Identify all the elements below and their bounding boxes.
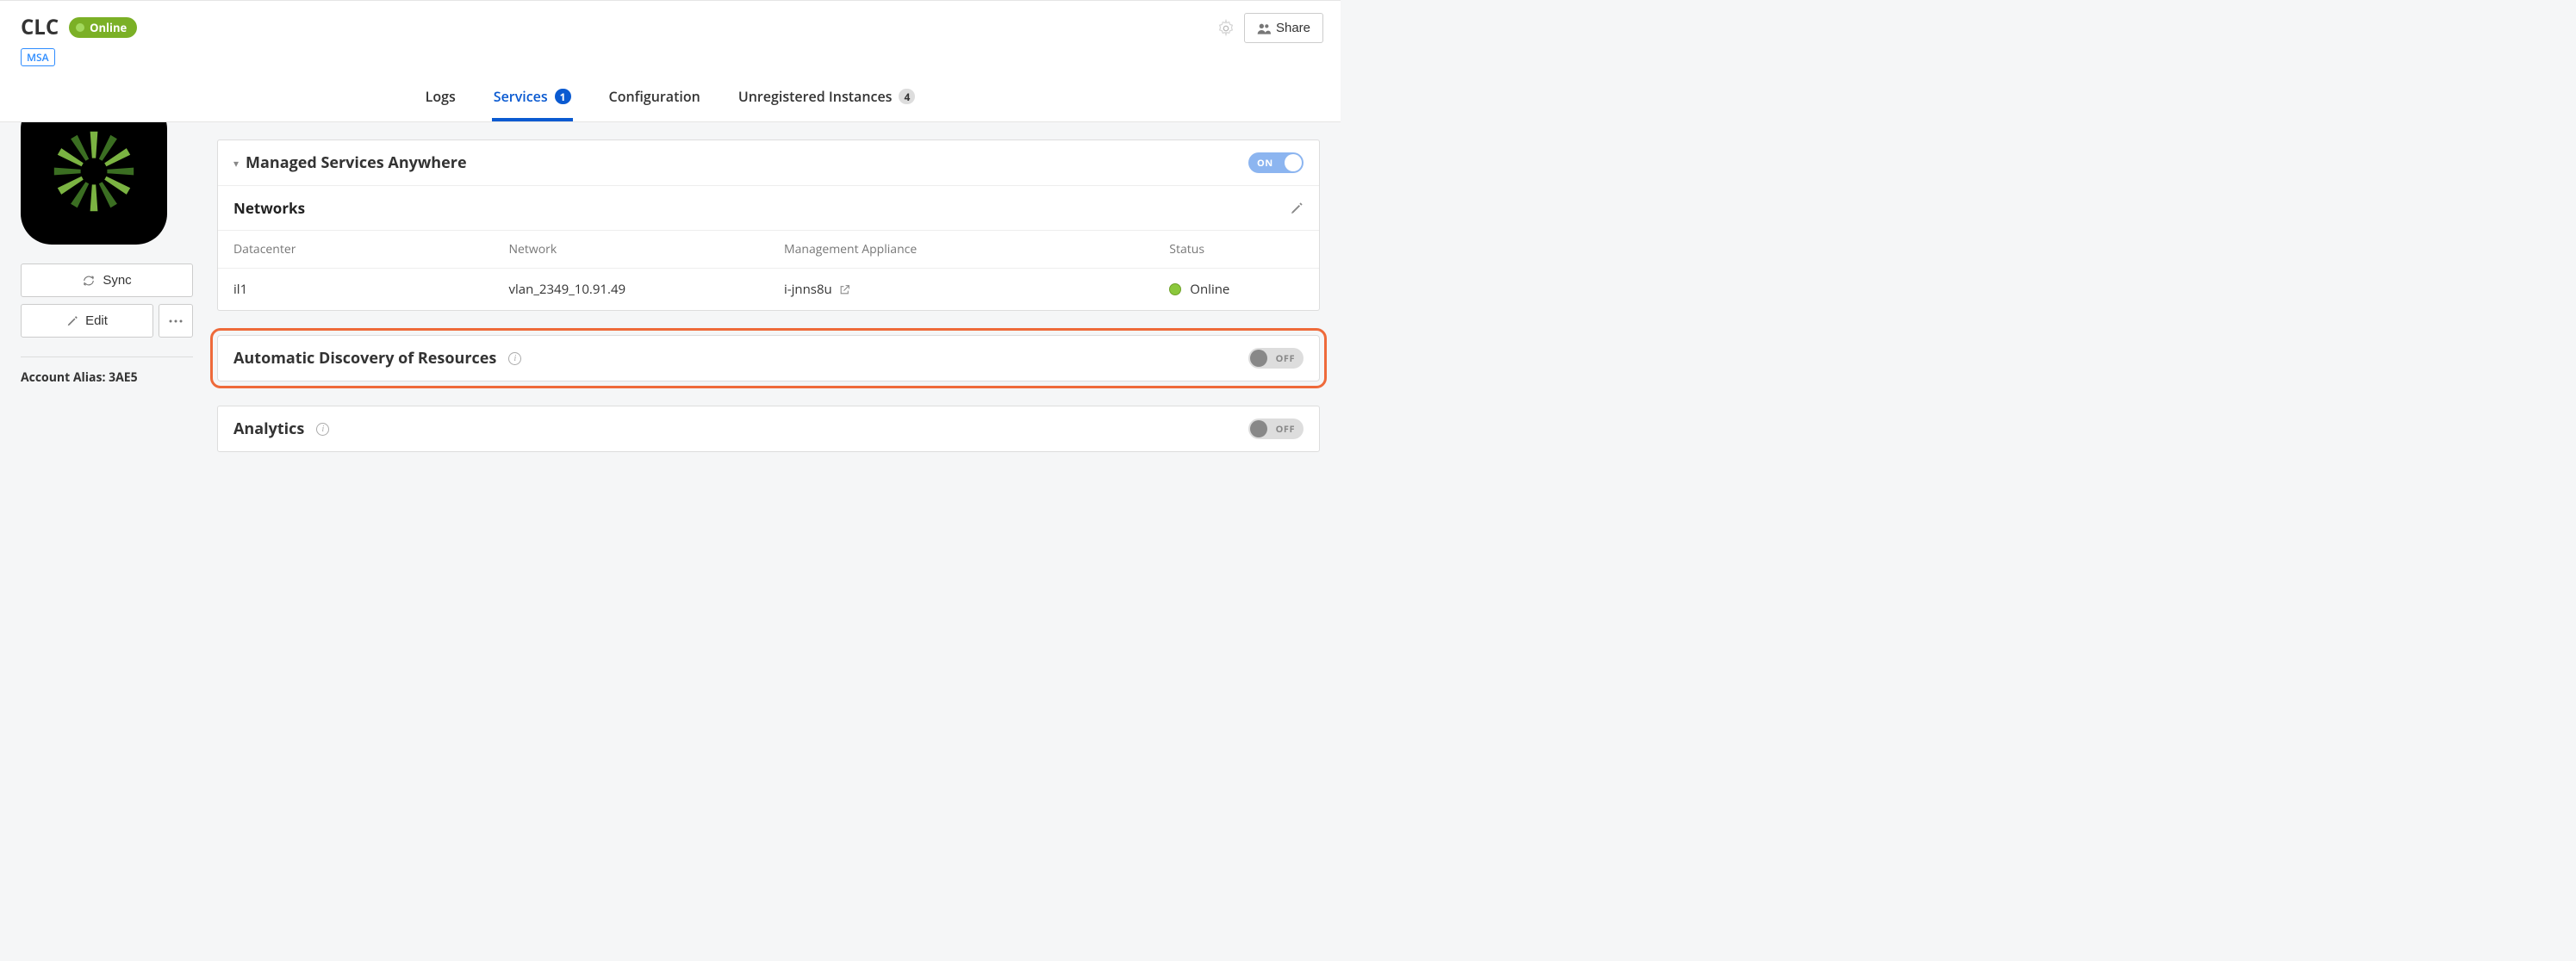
panel-analytics-header: Analytics i OFF	[218, 406, 1319, 451]
col-datacenter: Datacenter	[218, 231, 494, 269]
cell-network: vlan_2349_10.91.49	[494, 269, 769, 311]
col-network: Network	[494, 231, 769, 269]
panel-auto-discovery: Automatic Discovery of Resources i OFF	[217, 335, 1320, 381]
pencil-icon	[1290, 202, 1304, 215]
tab-logs[interactable]: Logs	[424, 78, 457, 121]
top-bar: CLC Online MSA Share Logs Services 1	[0, 0, 1341, 122]
sync-button-label: Sync	[103, 273, 131, 288]
msa-tag: MSA	[21, 48, 55, 66]
sidebar: Sync Edit Account Alias: 3AE5	[21, 98, 193, 386]
status-dot-icon	[1169, 283, 1181, 295]
analytics-toggle[interactable]: OFF	[1248, 418, 1304, 439]
external-link-icon	[839, 284, 850, 295]
more-button[interactable]	[159, 304, 193, 338]
msa-toggle-label: ON	[1257, 157, 1273, 170]
sync-button[interactable]: Sync	[21, 264, 193, 297]
panel-discovery-title: Automatic Discovery of Resources	[233, 348, 496, 369]
panel-msa-title: Managed Services Anywhere	[246, 152, 467, 173]
page-title: CLC	[21, 13, 59, 41]
networks-title: Networks	[233, 198, 305, 218]
networks-table: Datacenter Network Management Appliance …	[218, 231, 1319, 310]
tab-services[interactable]: Services 1	[492, 78, 573, 121]
tab-configuration-label: Configuration	[609, 87, 700, 106]
table-row: il1 vlan_2349_10.91.49 i-jnns8u	[218, 269, 1319, 311]
toggle-knob	[1250, 420, 1267, 437]
cell-appliance: i-jnns8u	[768, 269, 1154, 311]
sync-icon	[82, 275, 96, 287]
info-icon[interactable]: i	[316, 423, 329, 436]
networks-header: Networks	[218, 186, 1319, 231]
info-icon[interactable]: i	[508, 352, 521, 365]
people-icon	[1257, 22, 1271, 34]
services-count-badge: 1	[555, 89, 571, 104]
toggle-knob	[1285, 154, 1302, 171]
panel-analytics: Analytics i OFF	[217, 406, 1320, 452]
panel-managed-services: ▾ Managed Services Anywhere ON Networks	[217, 140, 1320, 311]
msa-toggle[interactable]: ON	[1248, 152, 1304, 173]
appliance-external-link[interactable]	[839, 284, 850, 295]
edit-button[interactable]: Edit	[21, 304, 153, 338]
status-badge: Online	[69, 17, 137, 38]
pencil-icon	[66, 315, 78, 327]
col-status: Status	[1154, 231, 1319, 269]
networks-edit-button[interactable]	[1290, 202, 1304, 215]
account-alias: Account Alias: 3AE5	[21, 369, 193, 386]
share-button-label: Share	[1276, 21, 1310, 35]
panel-analytics-title: Analytics	[233, 418, 304, 439]
content: Sync Edit Account Alias: 3AE5 ▾	[0, 81, 1341, 511]
title-row: CLC Online	[21, 13, 1320, 41]
toggle-knob	[1250, 350, 1267, 367]
caret-down-icon[interactable]: ▾	[233, 156, 239, 170]
panel-msa-header: ▾ Managed Services Anywhere ON	[218, 140, 1319, 186]
cell-status: Online	[1154, 269, 1319, 311]
centurylink-icon	[47, 124, 141, 219]
settings-gear-icon[interactable]	[1216, 19, 1235, 38]
tab-configuration[interactable]: Configuration	[607, 78, 702, 121]
tab-logs-label: Logs	[426, 87, 456, 106]
sidebar-divider	[21, 356, 193, 357]
discovery-toggle[interactable]: OFF	[1248, 348, 1304, 369]
ellipsis-icon	[168, 319, 184, 324]
status-badge-label: Online	[90, 20, 127, 35]
edit-button-label: Edit	[85, 313, 108, 328]
appliance-id: i-jnns8u	[784, 281, 832, 298]
table-header-row: Datacenter Network Management Appliance …	[218, 231, 1319, 269]
discovery-toggle-label: OFF	[1276, 352, 1295, 365]
col-appliance: Management Appliance	[768, 231, 1154, 269]
panel-discovery-header: Automatic Discovery of Resources i OFF	[218, 336, 1319, 381]
tab-services-label: Services	[494, 87, 548, 106]
top-actions: Share	[1216, 13, 1323, 43]
analytics-toggle-label: OFF	[1276, 423, 1295, 436]
edit-row: Edit	[21, 304, 193, 338]
cell-datacenter: il1	[218, 269, 494, 311]
tabs: Logs Services 1 Configuration Unregister…	[21, 78, 1320, 121]
status-text: Online	[1190, 281, 1229, 298]
main-column: ▾ Managed Services Anywhere ON Networks	[217, 98, 1320, 476]
tab-unregistered-instances[interactable]: Unregistered Instances 4	[737, 78, 918, 121]
share-button[interactable]: Share	[1244, 13, 1323, 43]
tab-unregistered-label: Unregistered Instances	[738, 87, 893, 106]
unregistered-count-badge: 4	[899, 89, 915, 104]
